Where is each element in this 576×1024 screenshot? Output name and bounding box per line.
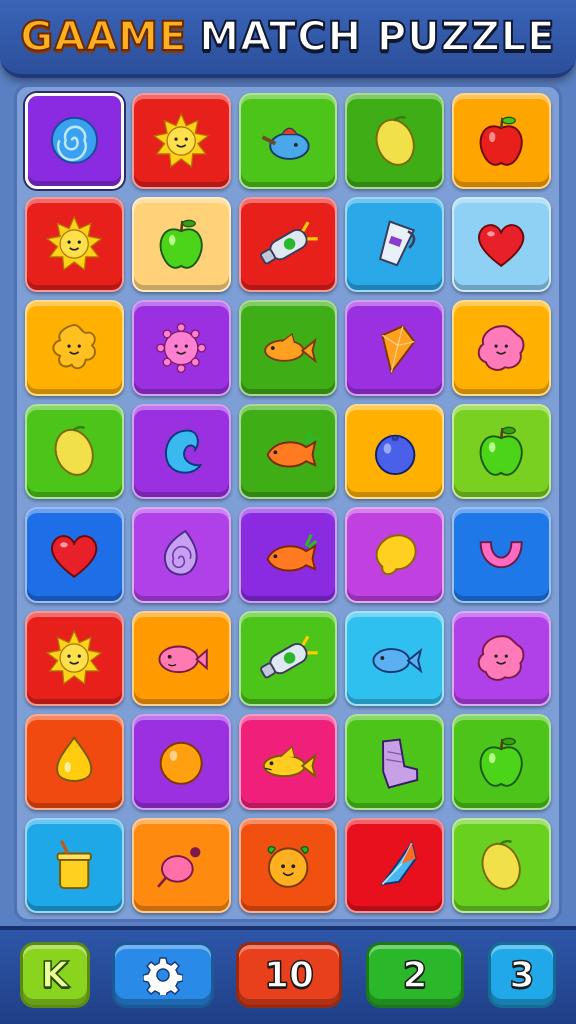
tile-pink-gear[interactable]: [131, 300, 231, 396]
blue-moon-icon: [165, 429, 203, 474]
score-label: 10: [263, 954, 315, 997]
tile-lemon[interactable]: [452, 817, 551, 913]
boot-icon: [381, 738, 418, 789]
green-apple-icon: [479, 426, 524, 476]
k-button-label: K: [40, 954, 69, 997]
tile-carrot-fish[interactable]: [238, 403, 338, 499]
moves-label: 2: [402, 954, 429, 997]
orange-fish-icon: [263, 332, 317, 364]
tile-kite[interactable]: [345, 817, 445, 913]
yellow-drop-icon: [56, 735, 93, 782]
bottom-bar: K 10 2 3: [0, 926, 576, 1024]
teapot-bird-icon: [261, 127, 310, 160]
bottle-icon: [259, 221, 318, 265]
tile-carrot-fish[interactable]: [238, 507, 338, 603]
tile-magnet[interactable]: [452, 507, 551, 603]
yellow-fish-icon: [262, 745, 317, 779]
tile-pitcher[interactable]: [345, 196, 445, 292]
pink-fish-icon: [158, 645, 208, 674]
tile-star-flower[interactable]: [25, 300, 124, 396]
green-apple-icon: [479, 737, 524, 787]
tile-pink-blob[interactable]: [452, 610, 551, 706]
title-part-2: MATCH PUZZLE: [198, 13, 556, 61]
tile-gem[interactable]: [345, 300, 445, 396]
moves-button[interactable]: 2: [366, 942, 464, 1008]
carrot-fish-icon: [266, 533, 318, 572]
tile-green-apple[interactable]: [452, 714, 551, 810]
tile-red-apple[interactable]: [452, 93, 551, 189]
tile-heart[interactable]: [25, 507, 124, 603]
swirl-candy-icon: [50, 117, 98, 165]
tile-orange-fish[interactable]: [238, 300, 338, 396]
magnet-icon: [480, 540, 524, 568]
tile-orange[interactable]: [131, 714, 231, 810]
pitcher-icon: [378, 220, 415, 267]
bottle-icon: [259, 635, 318, 679]
tile-boot[interactable]: [345, 714, 445, 810]
tile-orange-face[interactable]: [238, 817, 338, 913]
juice-cup-icon: [56, 840, 93, 890]
star-flower-icon: [52, 323, 97, 369]
tile-swirl-candy[interactable]: [25, 93, 124, 189]
lemon-icon: [54, 426, 94, 477]
tile-yellow-fish[interactable]: [238, 714, 338, 810]
green-apple-icon: [159, 219, 203, 269]
game-title: GAAME MATCH PUZZLE: [19, 13, 556, 61]
tile-pink-blob[interactable]: [452, 300, 551, 396]
swirl-drop-icon: [164, 529, 198, 576]
header-bar: GAAME MATCH PUZZLE: [0, 0, 576, 78]
tile-yellow-blob[interactable]: [345, 507, 445, 603]
radish-icon: [157, 847, 201, 888]
tile-lemon[interactable]: [345, 93, 445, 189]
sun-icon: [45, 215, 103, 272]
level-button[interactable]: 3: [488, 942, 556, 1008]
pink-blob-icon: [478, 635, 525, 682]
level-label: 3: [509, 954, 536, 997]
score-button[interactable]: 10: [236, 942, 342, 1008]
tile-bottle[interactable]: [238, 610, 338, 706]
game-board: [14, 84, 562, 922]
tile-pink-fish[interactable]: [131, 610, 231, 706]
gem-icon: [380, 324, 416, 375]
tile-blue-moon[interactable]: [131, 403, 231, 499]
lemon-icon: [482, 840, 522, 891]
tile-bottle[interactable]: [238, 196, 338, 292]
heart-icon: [51, 534, 98, 578]
tile-blue-fish[interactable]: [345, 610, 445, 706]
settings-button[interactable]: [112, 942, 214, 1008]
yellow-blob-icon: [375, 534, 417, 575]
blueberry-icon: [374, 434, 415, 476]
blue-fish-icon: [372, 648, 423, 674]
k-button[interactable]: K: [20, 942, 90, 1008]
sun-icon: [152, 112, 210, 168]
title-part-1: GAAME: [19, 13, 188, 61]
tile-teapot-bird[interactable]: [238, 93, 338, 189]
tile-green-apple[interactable]: [452, 403, 551, 499]
heart-icon: [478, 224, 525, 268]
tile-green-apple[interactable]: [131, 196, 231, 292]
tile-sun[interactable]: [25, 196, 124, 292]
tile-sun[interactable]: [25, 610, 124, 706]
tile-swirl-drop[interactable]: [131, 507, 231, 603]
tile-heart[interactable]: [452, 196, 551, 292]
pink-gear-icon: [156, 322, 207, 373]
tile-blueberry[interactable]: [345, 403, 445, 499]
red-apple-icon: [479, 116, 524, 166]
sun-icon: [45, 629, 103, 686]
tile-lemon[interactable]: [25, 403, 124, 499]
tile-radish[interactable]: [131, 817, 231, 913]
carrot-fish-icon: [266, 430, 318, 468]
tile-sun[interactable]: [131, 93, 231, 189]
tile-juice-cup[interactable]: [25, 817, 124, 913]
orange-face-icon: [267, 846, 309, 888]
gear-icon: [143, 957, 183, 995]
tile-yellow-drop[interactable]: [25, 714, 124, 810]
lemon-icon: [375, 115, 415, 166]
orange-icon: [159, 741, 203, 785]
pink-blob-icon: [478, 324, 525, 371]
kite-icon: [379, 841, 417, 886]
